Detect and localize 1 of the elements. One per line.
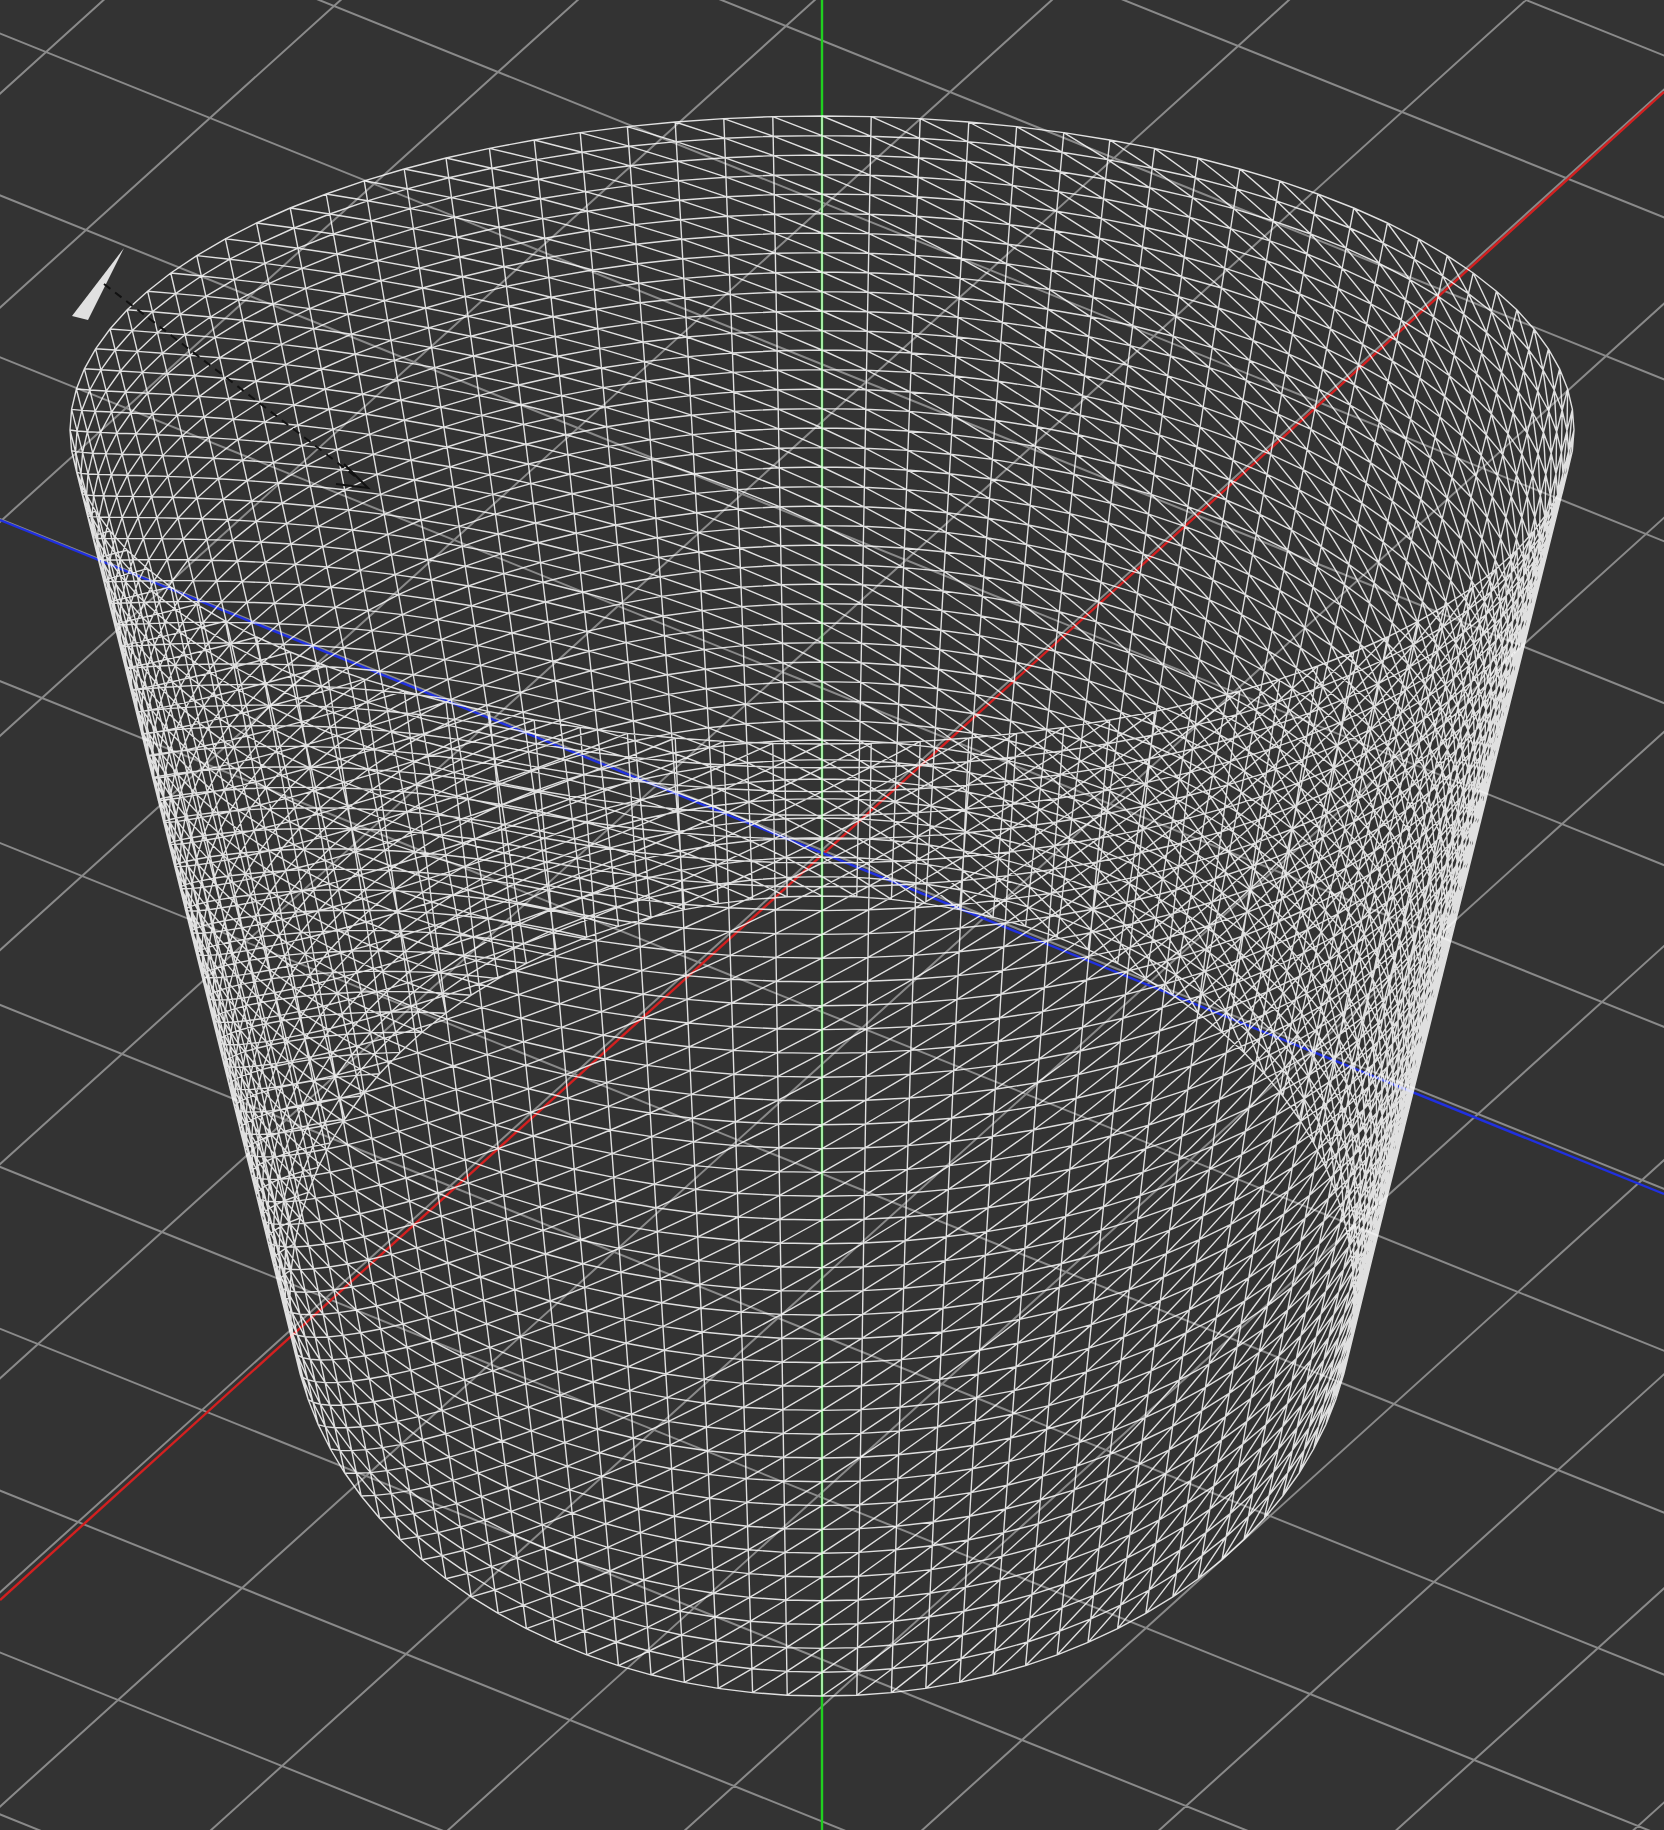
light-gizmo-icon[interactable] <box>72 248 371 490</box>
